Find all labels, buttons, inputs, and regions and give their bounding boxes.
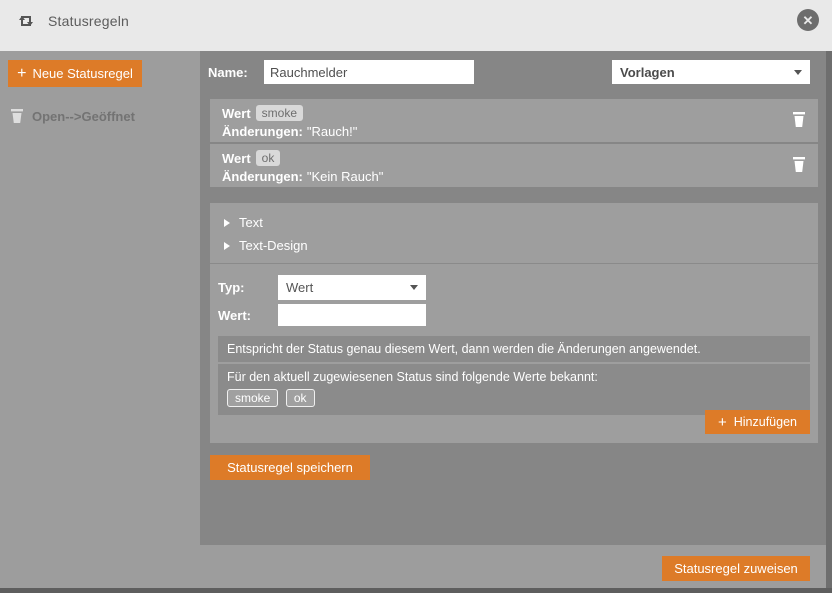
delete-rule-icon[interactable] <box>10 108 24 124</box>
value-label: Wert: <box>218 308 278 323</box>
name-row: Name: Vorlagen <box>208 60 818 84</box>
window-right-border <box>826 51 832 593</box>
chevron-down-icon <box>410 285 418 290</box>
rule-edit-panel: Text Text-Design Typ: Wert Wert: Entspri… <box>210 203 818 443</box>
rule-changes-text: "Rauch!" <box>307 124 357 139</box>
rule-editor: Name: Vorlagen Wert smoke Änderungen: "R… <box>200 51 826 545</box>
value-input[interactable] <box>278 304 426 326</box>
rule-value-line: Wert smoke <box>222 104 808 122</box>
rule-changes-line: Änderungen: "Rauch!" <box>222 122 808 140</box>
statusregeln-dialog: Statusregeln ✕ + Neue Statusregel Open--… <box>0 0 832 593</box>
window-bottom-border <box>0 588 832 593</box>
triangle-right-icon <box>224 219 230 227</box>
rule-changes-line: Änderungen: "Kein Rauch" <box>222 167 808 185</box>
known-values: smoke ok <box>227 389 801 407</box>
save-statusrule-button[interactable]: Statusregel speichern <box>210 455 370 480</box>
section-text[interactable]: Text <box>210 203 818 234</box>
section-text-label: Text <box>239 215 263 230</box>
new-statusrule-label: Neue Statusregel <box>32 66 132 81</box>
name-label: Name: <box>208 65 264 80</box>
templates-dropdown[interactable]: Vorlagen <box>612 60 810 84</box>
dialog-header: Statusregeln ✕ <box>0 0 832 51</box>
sidebar-item-open-geoeffnet[interactable]: Open-->Geöffnet <box>0 103 200 129</box>
value-row: Wert: <box>218 304 818 326</box>
type-select-value: Wert <box>286 280 410 295</box>
known-value-chip-ok[interactable]: ok <box>286 389 315 407</box>
plus-icon: + <box>17 66 26 82</box>
section-text-design-label: Text-Design <box>239 238 308 253</box>
rule-row-ok[interactable]: Wert ok Änderungen: "Kein Rauch" <box>210 144 818 187</box>
rule-changes-text: "Kein Rauch" <box>307 169 383 184</box>
rule-changes-label: Änderungen: <box>222 169 303 184</box>
rule-row-smoke[interactable]: Wert smoke Änderungen: "Rauch!" <box>210 99 818 142</box>
new-statusrule-button[interactable]: + Neue Statusregel <box>8 60 142 87</box>
info-text-primary: Entspricht der Status genau diesem Wert,… <box>218 336 810 362</box>
rule-changes-label: Änderungen: <box>222 124 303 139</box>
known-value-chip-smoke[interactable]: smoke <box>227 389 278 407</box>
rule-value-chip: smoke <box>256 105 303 121</box>
panel-separator <box>210 263 818 264</box>
header-title-area: Statusregeln <box>0 0 832 41</box>
type-label: Typ: <box>218 280 278 295</box>
info-text-secondary: Für den aktuell zugewiesenen Status sind… <box>227 370 801 384</box>
rule-value-chip: ok <box>256 150 281 166</box>
add-button-label: Hinzufügen <box>734 415 797 429</box>
rule-value-line: Wert ok <box>222 149 808 167</box>
delete-rule-icon[interactable] <box>792 112 806 128</box>
dialog-footer: Statusregel zuweisen <box>0 545 832 588</box>
add-button[interactable]: + Hinzufügen <box>705 410 810 434</box>
type-select[interactable]: Wert <box>278 275 426 300</box>
info-text-secondary-box: Für den aktuell zugewiesenen Status sind… <box>218 364 810 415</box>
name-input[interactable] <box>264 60 474 84</box>
dialog-title: Statusregeln <box>48 13 129 29</box>
rules-sidebar: + Neue Statusregel Open-->Geöffnet <box>0 51 200 545</box>
status-rules-icon <box>16 11 36 31</box>
templates-dropdown-value: Vorlagen <box>620 65 794 80</box>
section-text-design[interactable]: Text-Design <box>210 234 818 257</box>
type-row: Typ: Wert <box>218 275 818 300</box>
triangle-right-icon <box>224 242 230 250</box>
rule-key-label: Wert <box>222 151 251 166</box>
assign-statusrule-button[interactable]: Statusregel zuweisen <box>662 556 810 581</box>
sidebar-item-label: Open-->Geöffnet <box>32 109 135 124</box>
plus-icon: + <box>718 415 727 430</box>
delete-rule-icon[interactable] <box>792 157 806 173</box>
chevron-down-icon <box>794 70 802 75</box>
rule-key-label: Wert <box>222 106 251 121</box>
close-icon[interactable]: ✕ <box>797 9 819 31</box>
